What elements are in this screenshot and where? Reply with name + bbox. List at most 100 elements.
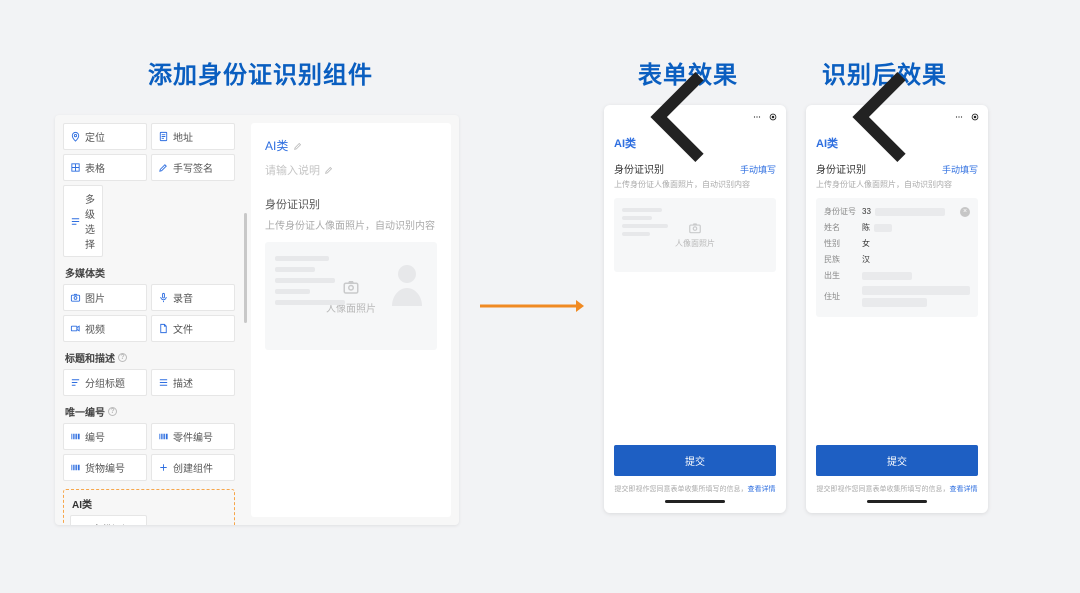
palette-item-audio[interactable]: 录音 <box>151 284 235 311</box>
redacted-bar <box>862 272 912 280</box>
arrow-right-icon <box>480 298 584 314</box>
camera-icon <box>70 292 81 303</box>
result-gender-value[interactable]: 女 <box>862 238 970 249</box>
file-icon <box>158 131 169 142</box>
phone-header <box>806 105 988 129</box>
palette-item-idcard-ocr[interactable]: 身份证识别 <box>70 515 147 525</box>
pin-icon <box>70 131 81 142</box>
palette-item-description[interactable]: 描述 <box>151 369 235 396</box>
palette-section-media: 多媒体类 <box>65 265 235 280</box>
result-idnum-value[interactable]: 33 <box>862 207 954 216</box>
pencil-icon <box>324 165 334 175</box>
palette-item-label: 描述 <box>173 375 193 390</box>
phone-mock-form: AI类 身份证识别 手动填写 上传身份证人像面照片，自动识别内容 人像面照片 提… <box>604 105 786 513</box>
pencil-icon <box>158 162 169 173</box>
palette-item-part-no[interactable]: 零件编号 <box>151 423 235 450</box>
palette-item-group-title[interactable]: 分组标题 <box>63 369 147 396</box>
target-icon[interactable] <box>970 112 980 122</box>
phone-consent: 提交即视作您同意表单收集所填写的信息，查看详情 <box>816 484 978 494</box>
home-indicator <box>665 500 725 503</box>
palette-section-title-desc: 标题和描述? <box>65 350 235 365</box>
result-name-label: 姓名 <box>824 222 856 233</box>
palette-item-cascader[interactable]: 多级选择 <box>63 185 103 257</box>
person-silhouette-icon <box>389 262 425 306</box>
palette-item-label: 视频 <box>85 321 105 336</box>
phone-upload-placeholder[interactable]: 人像面照片 <box>614 198 776 272</box>
upload-skeleton-lines <box>275 256 345 305</box>
phone-field-label: 身份证识别 <box>614 161 664 176</box>
redacted-bar <box>875 208 945 216</box>
phone-field-sub: 上传身份证人像面照片，自动识别内容 <box>816 179 978 190</box>
palette-section-unique-id: 唯一编号? <box>65 404 235 419</box>
doc-icon <box>158 323 169 334</box>
palette-item-label: 创建组件 <box>173 460 213 475</box>
more-icon[interactable] <box>954 112 964 122</box>
palette-item-label: 多级选择 <box>85 191 96 251</box>
palette-item-table[interactable]: 表格 <box>63 154 147 181</box>
phone-mock-result: AI类 身份证识别 手动填写 上传身份证人像面照片，自动识别内容 身份证号 33… <box>806 105 988 513</box>
manual-input-link[interactable]: 手动填写 <box>740 163 776 176</box>
idcard-upload-placeholder[interactable]: 人像面照片 <box>265 242 437 350</box>
result-addr-value[interactable] <box>862 286 970 307</box>
help-icon[interactable]: ? <box>118 353 127 362</box>
redacted-bar <box>862 286 970 295</box>
more-icon[interactable] <box>752 112 762 122</box>
result-birth-value[interactable] <box>862 272 970 280</box>
camera-icon <box>688 221 702 235</box>
submit-button[interactable]: 提交 <box>816 445 978 476</box>
palette-item-label: 身份证识别 <box>92 521 140 525</box>
plus-icon <box>158 462 169 473</box>
canvas-category[interactable]: AI类 <box>265 137 437 154</box>
list-icon <box>70 216 81 227</box>
target-icon[interactable] <box>768 112 778 122</box>
palette-item-create-new[interactable]: 创建组件 <box>151 454 235 481</box>
grid-icon <box>70 162 81 173</box>
redacted-bar <box>862 298 927 307</box>
palette-item-label: 地址 <box>173 129 193 144</box>
palette-group-top: 定位 地址 表格 手写签名 多级选择 <box>63 123 235 257</box>
palette-item-video[interactable]: 视频 <box>63 315 147 342</box>
home-indicator <box>867 500 927 503</box>
manual-input-link[interactable]: 手动填写 <box>942 163 978 176</box>
submit-button[interactable]: 提交 <box>614 445 776 476</box>
form-canvas: AI类 请输入说明 身份证识别 上传身份证人像面照片，自动识别内容 人像面照片 <box>251 123 451 517</box>
palette-item-label: 表格 <box>85 160 105 175</box>
palette-item-address[interactable]: 地址 <box>151 123 235 150</box>
builder-panel: 定位 地址 表格 手写签名 多级选择 多媒体类 <box>55 115 459 525</box>
result-addr-label: 住址 <box>824 291 856 302</box>
result-birth-label: 出生 <box>824 270 856 281</box>
list-icon <box>70 377 81 388</box>
result-nation-value[interactable]: 汉 <box>862 254 970 265</box>
palette-item-label: 手写签名 <box>173 160 213 175</box>
phone-upload-label: 人像面照片 <box>675 238 715 249</box>
list-icon <box>158 377 169 388</box>
idcard-field-sub: 上传身份证人像面照片，自动识别内容 <box>265 217 437 232</box>
result-nation-label: 民族 <box>824 254 856 265</box>
palette-item-serial[interactable]: 编号 <box>63 423 147 450</box>
palette-item-image[interactable]: 图片 <box>63 284 147 311</box>
palette-item-location[interactable]: 定位 <box>63 123 147 150</box>
idcard-field-label: 身份证识别 <box>265 196 437 212</box>
video-icon <box>70 323 81 334</box>
phone-category: AI类 <box>816 135 978 151</box>
phone-field-label: 身份证识别 <box>816 161 866 176</box>
ocr-result-card: 身份证号 33 × 姓名 陈 性别 女 民族 汉 出生 <box>816 198 978 317</box>
palette-item-label: 货物编号 <box>85 460 125 475</box>
scrollbar-thumb[interactable] <box>244 213 247 323</box>
heading-add-component: 添加身份证识别组件 <box>148 55 373 90</box>
palette-item-label: 分组标题 <box>85 375 125 390</box>
barcode-icon <box>70 462 81 473</box>
mic-icon <box>158 292 169 303</box>
result-name-value[interactable]: 陈 <box>862 222 970 233</box>
palette-item-cargo-no[interactable]: 货物编号 <box>63 454 147 481</box>
palette-item-signature[interactable]: 手写签名 <box>151 154 235 181</box>
clear-icon[interactable]: × <box>960 207 970 217</box>
canvas-description-input[interactable]: 请输入说明 <box>265 162 437 178</box>
phone-header <box>604 105 786 129</box>
consent-link[interactable]: 查看详情 <box>950 486 978 493</box>
barcode-icon <box>70 431 81 442</box>
palette-item-file[interactable]: 文件 <box>151 315 235 342</box>
help-icon[interactable]: ? <box>108 407 117 416</box>
palette-item-label: 零件编号 <box>173 429 213 444</box>
consent-link[interactable]: 查看详情 <box>748 486 776 493</box>
